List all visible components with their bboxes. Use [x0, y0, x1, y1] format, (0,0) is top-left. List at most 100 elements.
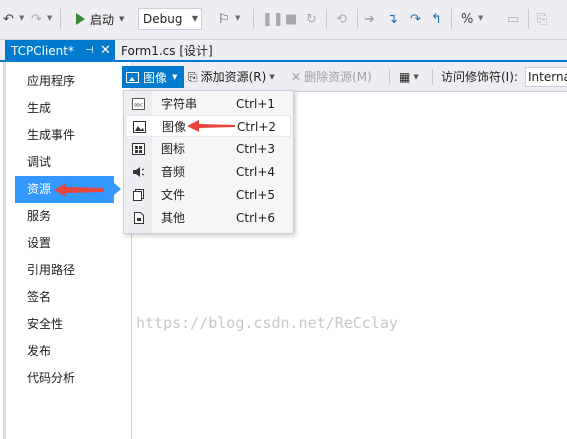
step-into-icon[interactable]: ↴ — [387, 9, 398, 29]
menu-item-other[interactable]: 其他 Ctrl+6 — [126, 207, 291, 229]
chevron-down-icon: ▼ — [172, 73, 178, 81]
sidebar-item-settings[interactable]: 设置 — [15, 230, 114, 257]
sidebar-item-label: 安全性 — [27, 317, 64, 331]
menu-item-label: 文件 — [161, 188, 186, 202]
file-icon — [133, 189, 144, 201]
menu-item-shortcut: Ctrl+5 — [236, 188, 276, 202]
toolbar-separator — [357, 9, 358, 29]
redo-dropdown-icon[interactable]: ▼ — [47, 14, 52, 22]
sidebar-item-label: 发布 — [27, 344, 52, 358]
remove-resource-button[interactable]: ✕ 删除资源(M) — [291, 66, 372, 88]
menu-item-label: 字符串 — [161, 97, 198, 111]
menu-item-shortcut: Ctrl+1 — [236, 97, 276, 111]
sidebar-item-label: 资源 — [27, 182, 52, 196]
comment-out-icon[interactable]: ▭ — [507, 9, 519, 29]
chevron-down-icon: ▼ — [191, 14, 198, 23]
svg-text:abc: abc — [134, 103, 143, 109]
add-resource-label: 添加资源(R) — [200, 70, 267, 84]
view-grid-icon: ▦ — [399, 70, 411, 84]
toolbar-separator — [60, 9, 61, 29]
play-icon — [76, 13, 85, 25]
menu-item-shortcut: Ctrl+2 — [237, 120, 277, 134]
breakpoints-icon[interactable]: % — [461, 9, 473, 29]
watermark: https://blog.csdn.net/ReCclay — [136, 314, 398, 332]
menu-item-label: 其他 — [161, 211, 186, 225]
menu-item-icon[interactable]: 图标 Ctrl+3 — [126, 138, 291, 160]
add-resource-icon: ⎘ — [188, 70, 198, 84]
image-icon — [126, 71, 139, 83]
menu-item-string[interactable]: abc 字符串 Ctrl+1 — [126, 93, 291, 115]
tab-title: Form1.cs [设计] — [121, 44, 213, 58]
undo-dropdown-icon[interactable]: ▼ — [19, 14, 24, 22]
add-resource-button[interactable]: ⎘ 添加资源(R) ▼ — [188, 66, 275, 88]
sidebar-item-label: 生成事件 — [27, 128, 76, 142]
sidebar-item-build-events[interactable]: 生成事件 — [15, 122, 114, 149]
tab-tcpclient[interactable]: TCPClient* ⊣ ✕ — [5, 40, 115, 62]
toolbar-separator — [528, 9, 529, 29]
access-modifier-text: 访问修饰符(I): — [441, 70, 518, 84]
step-out-icon[interactable]: ↰ — [431, 9, 442, 29]
audio-icon — [133, 167, 145, 177]
pause-icon[interactable]: ❚❚ — [262, 9, 284, 29]
attach-icon[interactable]: ⚐ — [218, 9, 230, 29]
nav-edge — [3, 62, 6, 439]
breakpoints-dropdown-icon[interactable]: ▼ — [478, 14, 483, 22]
sidebar-item-security[interactable]: 安全性 — [15, 311, 114, 338]
configuration-value: Debug — [143, 12, 183, 26]
show-next-statement-icon[interactable]: ➔ — [364, 9, 375, 29]
resource-type-label: 图像 — [143, 70, 168, 85]
other-icon — [134, 212, 144, 224]
start-button[interactable]: 启动 ▼ — [76, 9, 124, 29]
sidebar-item-code-analysis[interactable]: 代码分析 — [15, 365, 114, 392]
menu-item-label: 图标 — [161, 142, 186, 156]
access-modifier-value: Internal — [528, 70, 567, 84]
configuration-combo[interactable]: Debug ▼ — [138, 8, 202, 30]
sidebar-item-reference-paths[interactable]: 引用路径 — [15, 257, 114, 284]
menu-item-shortcut: Ctrl+3 — [236, 142, 276, 156]
view-button[interactable]: ▦ ▼ — [399, 66, 419, 88]
sidebar-item-debug[interactable]: 调试 — [15, 149, 114, 176]
tab-title: TCPClient* — [11, 44, 74, 58]
menu-item-file[interactable]: 文件 Ctrl+5 — [126, 184, 291, 206]
stop-icon[interactable]: ■ — [285, 9, 297, 29]
sidebar-item-services[interactable]: 服务 — [15, 203, 114, 230]
undo-icon[interactable]: ↶ — [3, 9, 14, 29]
main-toolbar: ↶ ▼ ↷ ▼ 启动 ▼ Debug ▼ ⚐ ▼ ❚❚ ■ ↻ ⟲ ➔ ↴ ↷ … — [0, 0, 567, 40]
menu-item-label: 音频 — [161, 165, 186, 179]
document-tab-strip: TCPClient* ⊣ ✕ Form1.cs [设计] — [0, 40, 567, 62]
find-icon[interactable]: ⎘ — [537, 9, 547, 29]
sidebar-item-signing[interactable]: 签名 — [15, 284, 114, 311]
remove-resource-label: 删除资源(M) — [304, 70, 372, 84]
sidebar-item-application[interactable]: 应用程序 — [15, 68, 114, 95]
toolbar-separator — [389, 69, 390, 85]
pin-icon[interactable]: ⊣ — [85, 40, 94, 62]
image-icon — [133, 121, 146, 133]
chevron-down-icon: ▼ — [413, 73, 419, 81]
sidebar-item-label: 应用程序 — [27, 74, 76, 88]
sidebar-item-label: 引用路径 — [27, 263, 76, 277]
start-dropdown-icon[interactable]: ▼ — [119, 15, 124, 23]
sidebar-item-label: 服务 — [27, 209, 52, 223]
toolbar-separator — [326, 9, 327, 29]
redo-icon[interactable]: ↷ — [31, 9, 42, 29]
sidebar-item-label: 生成 — [27, 101, 52, 115]
sidebar-item-label: 设置 — [27, 236, 52, 250]
sidebar-item-label: 调试 — [27, 155, 52, 169]
tab-form1-design[interactable]: Form1.cs [设计] — [121, 40, 213, 62]
access-modifier-label: 访问修饰符(I): — [441, 66, 518, 88]
step-over-icon[interactable]: ↷ — [410, 9, 421, 29]
resource-toolbar: ⎘ 添加资源(R) ▼ ✕ 删除资源(M) ▦ ▼ 访问修饰符(I): Inte… — [132, 62, 567, 92]
sidebar-item-publish[interactable]: 发布 — [15, 338, 114, 365]
sidebar-item-label: 签名 — [27, 290, 52, 304]
menu-item-audio[interactable]: 音频 Ctrl+4 — [126, 161, 291, 183]
annotation-arrow-image — [187, 120, 235, 132]
hot-reload-icon[interactable]: ⟲ — [336, 9, 347, 29]
toolbar-separator — [432, 69, 433, 85]
attach-dropdown-icon[interactable]: ▼ — [235, 14, 240, 22]
sidebar-item-label: 代码分析 — [27, 371, 76, 385]
sidebar-item-build[interactable]: 生成 — [15, 95, 114, 122]
resource-type-button[interactable]: 图像 ▼ — [122, 66, 184, 88]
close-icon[interactable]: ✕ — [100, 40, 111, 62]
restart-icon[interactable]: ↻ — [306, 9, 317, 29]
access-modifier-combo[interactable]: Internal — [525, 67, 567, 87]
